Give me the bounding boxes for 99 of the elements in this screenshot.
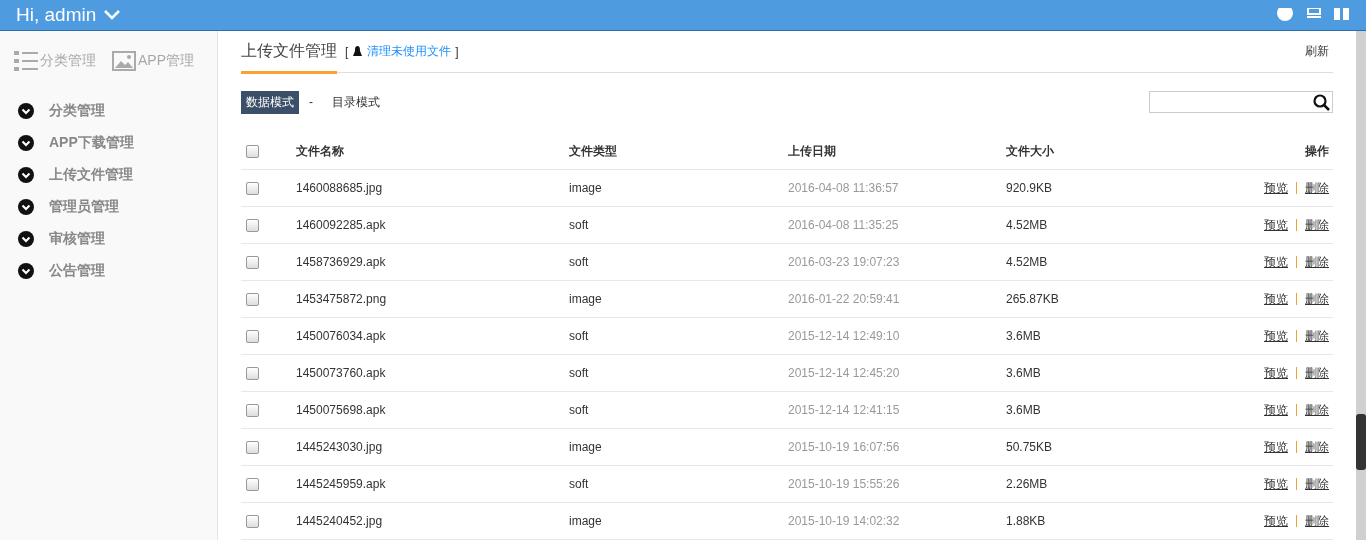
file-type-cell-text: soft xyxy=(569,329,590,343)
column-header: 文件大小 xyxy=(1006,142,1055,160)
select-all-checkbox[interactable] xyxy=(246,144,259,158)
column-header: 上传日期 xyxy=(788,142,837,160)
delete-link[interactable]: 删除 xyxy=(1305,512,1329,530)
row-checkbox[interactable] xyxy=(246,366,259,380)
preview-link[interactable]: 预览 xyxy=(1264,216,1288,234)
mode-tab[interactable]: 数据模式 xyxy=(241,90,299,114)
chevron-down-icon xyxy=(18,167,34,183)
bracket-text: [ xyxy=(345,44,349,59)
bell-icon xyxy=(352,46,364,57)
upload-date-cell-text: 2016-04-08 11:35:25 xyxy=(788,218,900,232)
chevron-down-icon xyxy=(18,263,34,279)
row-checkbox[interactable] xyxy=(246,255,259,269)
file-type-cell-text: soft xyxy=(569,366,590,380)
file-name-cell-text: 1445245959.apk xyxy=(296,477,387,491)
column-header: 操作 xyxy=(1304,142,1330,160)
file-name-cell-text: 1450076034.apk xyxy=(296,329,387,343)
file-type-cell-text: image xyxy=(569,440,603,454)
file-type-cell-text: soft xyxy=(569,255,590,269)
refresh-button[interactable]: 刷新 xyxy=(1305,43,1333,72)
file-name-cell-text: 1450073760.apk xyxy=(296,366,387,380)
scrollbar-thumb[interactable] xyxy=(1356,414,1366,470)
file-type-cell-text: soft xyxy=(569,218,590,232)
file-type-cell-text: soft xyxy=(569,403,590,417)
file-size-cell-text: 4.52MB xyxy=(1006,218,1049,232)
page-title: 上传文件管理 xyxy=(241,41,337,74)
file-size-cell-text: 4.52MB xyxy=(1006,255,1049,269)
column-header: 文件类型 xyxy=(569,142,618,160)
grid-icon[interactable] xyxy=(1334,8,1350,20)
preview-link[interactable]: 预览 xyxy=(1264,364,1288,382)
chevron-down-icon xyxy=(18,231,34,247)
row-checkbox[interactable] xyxy=(246,218,259,232)
row-checkbox[interactable] xyxy=(246,403,259,417)
delete-link[interactable]: 删除 xyxy=(1305,179,1329,197)
file-size-cell-text: 3.6MB xyxy=(1006,366,1042,380)
file-name-cell-text: 1458736929.apk xyxy=(296,255,387,269)
file-name-cell-text: 1445243030.jpg xyxy=(296,440,384,454)
file-name-cell-text: 1453475872.png xyxy=(296,292,388,306)
preview-link[interactable]: 预览 xyxy=(1264,475,1288,493)
chevron-down-icon xyxy=(18,135,34,151)
preview-link[interactable]: 预览 xyxy=(1264,179,1288,197)
file-type-cell-text: image xyxy=(569,514,603,528)
file-name-cell-text: 1445240452.jpg xyxy=(296,514,384,528)
search-icon xyxy=(1313,93,1330,111)
file-type-cell-text: soft xyxy=(569,477,590,491)
monitor-icon[interactable] xyxy=(1306,8,1322,20)
delete-link[interactable]: 删除 xyxy=(1305,253,1329,271)
file-name-cell-text: 1460092285.apk xyxy=(296,218,387,232)
row-checkbox[interactable] xyxy=(246,514,259,528)
bracket-text: ] xyxy=(455,44,459,59)
row-checkbox[interactable] xyxy=(246,477,259,491)
file-name-cell-text: 1450075698.apk xyxy=(296,403,387,417)
list-icon xyxy=(14,51,38,71)
file-size-cell-text: 50.75KB xyxy=(1006,440,1054,454)
file-size-cell-text: 920.9KB xyxy=(1006,181,1054,195)
file-size-cell-text: 3.6MB xyxy=(1006,329,1042,343)
chevron-down-icon xyxy=(104,10,121,20)
file-name-cell-text: 1460088685.jpg xyxy=(296,181,384,195)
separator-text: - xyxy=(309,95,313,109)
delete-link[interactable]: 删除 xyxy=(1305,327,1329,345)
chevron-down-icon xyxy=(18,199,34,215)
file-size-cell-text: 1.88KB xyxy=(1006,514,1047,528)
search-field[interactable] xyxy=(1149,91,1333,113)
row-checkbox[interactable] xyxy=(246,292,259,306)
delete-link[interactable]: 删除 xyxy=(1305,290,1329,308)
preview-link[interactable]: 预览 xyxy=(1264,327,1288,345)
chevron-down-icon xyxy=(18,103,34,119)
upload-date-cell-text: 2016-04-08 11:36:57 xyxy=(788,181,900,195)
file-size-cell-text: 3.6MB xyxy=(1006,403,1042,417)
file-type-cell-text: image xyxy=(569,181,603,195)
mode-tab[interactable]: 目录模式 xyxy=(327,90,385,114)
preview-link[interactable]: 预览 xyxy=(1264,290,1288,308)
delete-link[interactable]: 删除 xyxy=(1305,216,1329,234)
file-size-cell-text: 2.26MB xyxy=(1006,477,1049,491)
row-checkbox[interactable] xyxy=(246,329,259,343)
upload-date-cell-text: 2015-12-14 12:45:20 xyxy=(788,366,901,380)
delete-link[interactable]: 删除 xyxy=(1305,364,1329,382)
image-icon xyxy=(112,51,136,71)
upload-date-cell-text: 2015-10-19 15:55:26 xyxy=(788,477,901,491)
upload-date-cell-text: 2015-12-14 12:49:10 xyxy=(788,329,901,343)
file-size-cell-text: 265.87KB xyxy=(1006,292,1060,306)
row-checkbox[interactable] xyxy=(246,181,259,195)
file-type-cell-text: image xyxy=(569,292,603,306)
delete-link[interactable]: 删除 xyxy=(1305,475,1329,493)
upload-date-cell-text: 2015-12-14 12:41:15 xyxy=(788,403,901,417)
row-checkbox[interactable] xyxy=(246,440,259,454)
upload-date-cell-text: 2016-03-23 19:07:23 xyxy=(788,255,901,269)
scrollbar[interactable] xyxy=(1356,31,1366,540)
upload-date-cell-text: 2015-10-19 16:07:56 xyxy=(788,440,901,454)
upload-date-cell-text: 2015-10-19 14:02:32 xyxy=(788,514,901,528)
column-header: 文件名称 xyxy=(296,142,345,160)
preview-link[interactable]: 预览 xyxy=(1264,253,1288,271)
preview-link[interactable]: 预览 xyxy=(1264,512,1288,530)
upload-date-cell-text: 2016-01-22 20:59:41 xyxy=(788,292,901,306)
delete-link[interactable]: 删除 xyxy=(1305,401,1329,419)
delete-link[interactable]: 删除 xyxy=(1305,438,1329,456)
preview-link[interactable]: 预览 xyxy=(1264,401,1288,419)
preview-link[interactable]: 预览 xyxy=(1264,438,1288,456)
